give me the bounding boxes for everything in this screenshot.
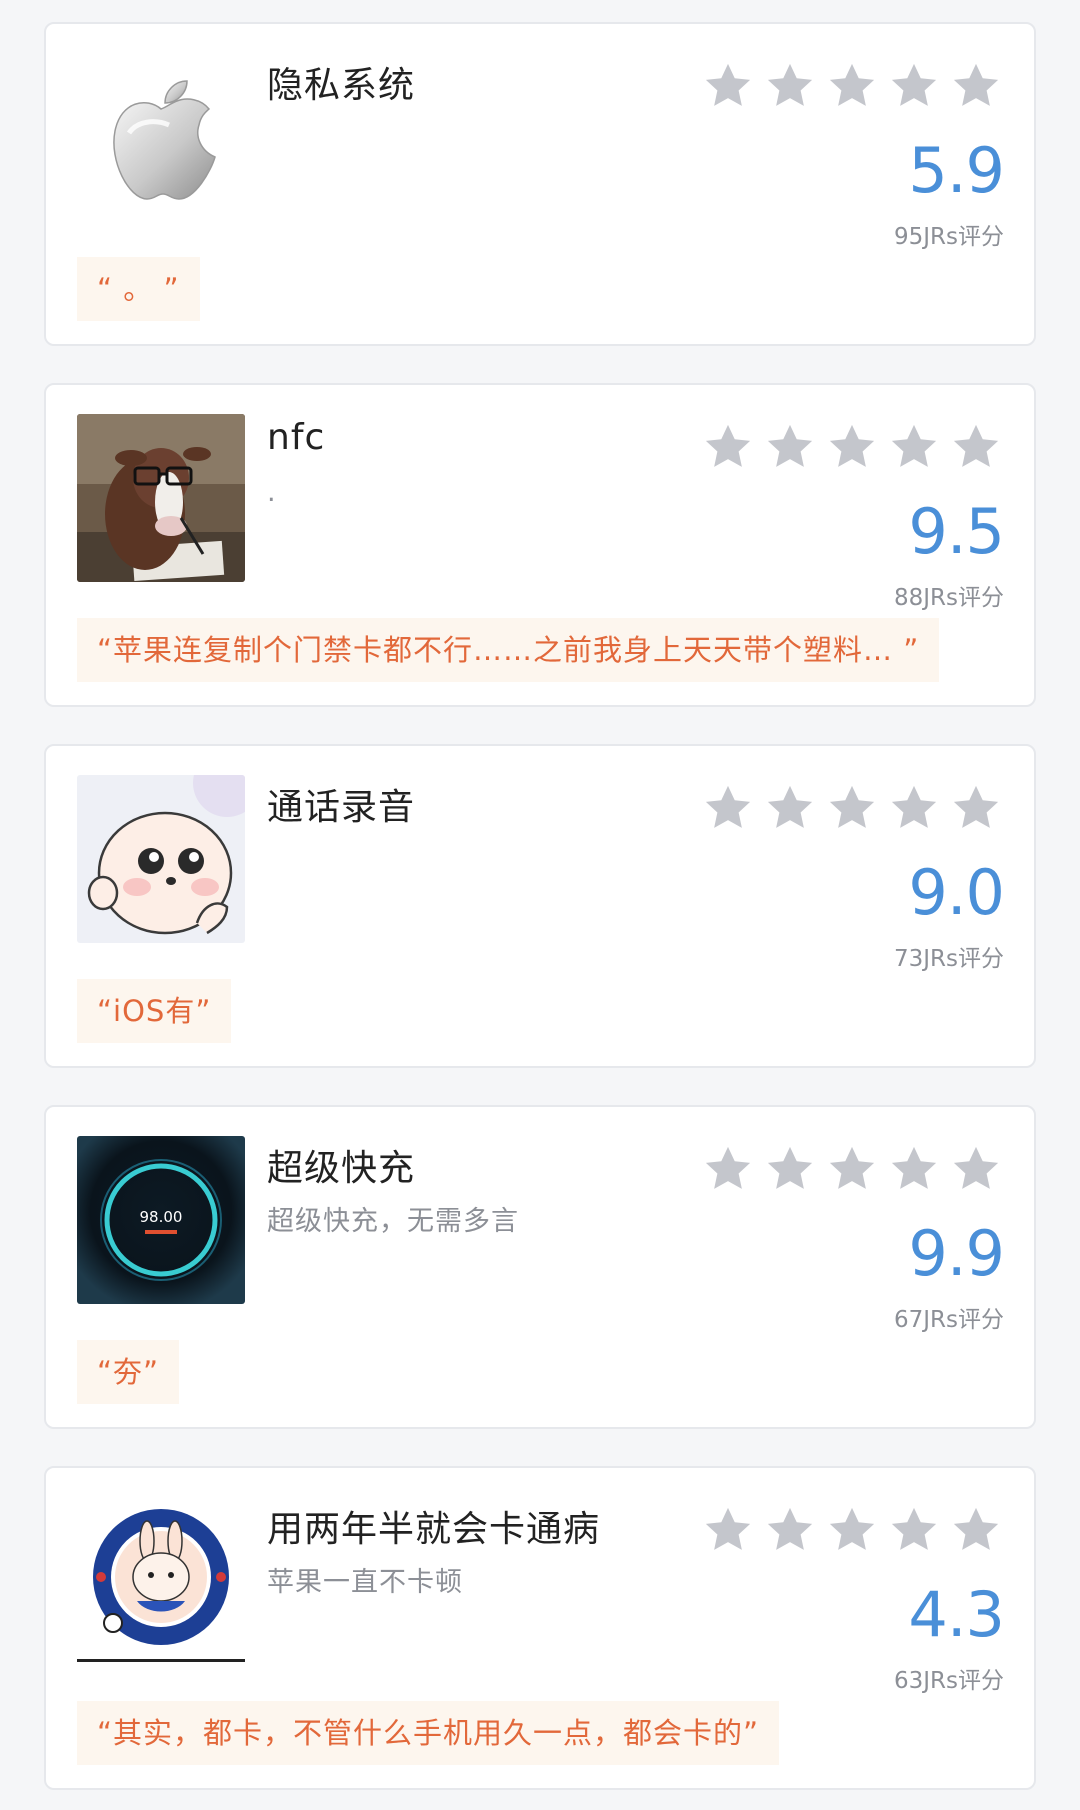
star-icon[interactable] <box>702 1143 754 1195</box>
star-icon[interactable] <box>888 60 940 112</box>
star-rating[interactable] <box>702 1504 1002 1558</box>
star-rating[interactable] <box>702 782 1002 836</box>
star-icon[interactable] <box>826 1504 878 1556</box>
top-comment-quote[interactable]: “iOS有” <box>77 979 232 1043</box>
top-comment-quote[interactable]: “苹果连复制个门禁卡都不行……之前我身上天天带个塑料… ” <box>77 618 940 682</box>
item-title: 通话录音 <box>267 787 416 828</box>
star-icon[interactable] <box>826 1143 878 1195</box>
star-icon[interactable] <box>888 1143 940 1195</box>
top-comment-quote[interactable]: “ 。 ” <box>77 257 200 321</box>
star-icon[interactable] <box>826 782 878 834</box>
score-value: 5.9 <box>908 134 1005 207</box>
star-icon[interactable] <box>950 1143 1002 1195</box>
star-icon[interactable] <box>888 1504 940 1556</box>
rating-card[interactable]: nfc . 9.5 88JRs评分 “苹果连复制个门禁卡都不行……之前我身上天天… <box>44 383 1036 707</box>
item-subtitle: . <box>267 477 277 508</box>
top-comment-quote[interactable]: “其实，都卡，不管什么手机用久一点，都会卡的” <box>77 1701 780 1765</box>
score-value: 9.0 <box>908 856 1005 929</box>
apple-logo-icon <box>77 53 245 221</box>
star-icon[interactable] <box>888 782 940 834</box>
star-icon[interactable] <box>702 60 754 112</box>
score-value: 9.9 <box>908 1217 1005 1290</box>
star-icon[interactable] <box>950 1504 1002 1556</box>
rating-count: 95JRs评分 <box>893 224 1004 250</box>
star-icon[interactable] <box>702 782 754 834</box>
rating-count: 73JRs评分 <box>893 946 1004 972</box>
star-icon[interactable] <box>764 782 816 834</box>
item-subtitle: 苹果一直不卡顿 <box>267 1567 463 1598</box>
charging-ring-image: 98.00 <box>77 1136 245 1304</box>
star-rating[interactable] <box>702 60 1002 114</box>
svg-text:98.00: 98.00 <box>140 1208 183 1226</box>
rating-card[interactable]: 用两年半就会卡通病 苹果一直不卡顿 4.3 63JRs评分 “其实，都卡，不管什… <box>44 1466 1036 1790</box>
top-comment-quote[interactable]: “夯” <box>77 1340 180 1404</box>
star-icon[interactable] <box>702 421 754 473</box>
rating-card[interactable]: 98.00 超级快充 超级快充，无需多言 9.9 67JRs评分 “夯” <box>44 1105 1036 1429</box>
item-title: nfc <box>267 417 326 458</box>
star-icon[interactable] <box>950 421 1002 473</box>
cartoon-character-image <box>77 775 245 943</box>
star-icon[interactable] <box>764 1143 816 1195</box>
item-title: 隐私系统 <box>267 65 416 106</box>
star-icon[interactable] <box>764 421 816 473</box>
rating-count: 63JRs评分 <box>893 1668 1004 1694</box>
star-icon[interactable] <box>764 1504 816 1556</box>
item-title: 超级快充 <box>267 1148 416 1189</box>
rating-card[interactable]: 隐私系统 5.9 95JRs评分 “ 。 ” <box>44 22 1036 346</box>
star-icon[interactable] <box>950 782 1002 834</box>
star-icon[interactable] <box>950 60 1002 112</box>
star-icon[interactable] <box>888 421 940 473</box>
rating-count: 88JRs评分 <box>893 585 1004 611</box>
item-title: 用两年半就会卡通病 <box>267 1509 601 1550</box>
star-icon[interactable] <box>702 1504 754 1556</box>
star-rating[interactable] <box>702 421 1002 475</box>
star-icon[interactable] <box>826 60 878 112</box>
star-rating[interactable] <box>702 1143 1002 1197</box>
rating-count: 67JRs评分 <box>893 1307 1004 1333</box>
star-icon[interactable] <box>826 421 878 473</box>
star-icon[interactable] <box>764 60 816 112</box>
chelsea-badge-image <box>77 1497 245 1665</box>
rating-card[interactable]: 通话录音 9.0 73JRs评分 “iOS有” <box>44 744 1036 1068</box>
score-value: 9.5 <box>908 495 1005 568</box>
cow-with-glasses-image <box>77 414 245 582</box>
item-subtitle: 超级快充，无需多言 <box>267 1206 519 1237</box>
rating-list: 隐私系统 5.9 95JRs评分 “ 。 ” nfc . 9.5 88JRs评分… <box>0 0 1080 1810</box>
score-value: 4.3 <box>908 1578 1005 1651</box>
